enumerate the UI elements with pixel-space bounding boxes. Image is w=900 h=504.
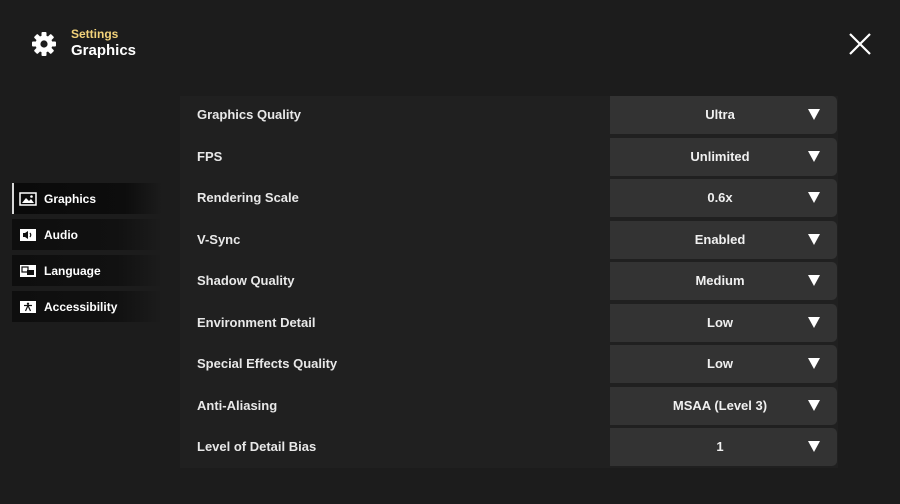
dropdown-value: Enabled <box>694 231 746 247</box>
caret-down-icon <box>808 358 820 369</box>
caret-down-icon <box>808 233 820 245</box>
page-title: Graphics <box>71 42 137 59</box>
v-sync-dropdown[interactable]: Enabled <box>610 220 837 259</box>
settings-panel: Graphics Quality Ultra FPS Unlimited Ren… <box>180 96 838 468</box>
sidebar-item-accessibility[interactable]: Accessibility <box>12 291 162 322</box>
setting-row-fps: FPS Unlimited <box>180 137 838 176</box>
caret-down-icon <box>808 150 820 162</box>
shadow-quality-dropdown[interactable]: Medium <box>610 262 837 300</box>
level-of-detail-bias-dropdown[interactable]: 1 <box>610 428 837 466</box>
graphics-quality-dropdown[interactable]: Ultra <box>610 96 837 134</box>
dropdown-value: 1 <box>716 439 724 454</box>
speaker-icon <box>19 228 37 242</box>
sidebar-item-label: Accessibility <box>44 299 118 314</box>
sidebar-item-audio[interactable]: Audio <box>12 219 162 250</box>
setting-row-rendering-scale: Rendering Scale 0.6x <box>180 179 838 217</box>
sidebar: Graphics Audio Language Accessibility <box>12 183 162 327</box>
setting-label: Level of Detail Bias <box>197 439 317 454</box>
caret-down-icon <box>808 316 820 328</box>
fps-dropdown[interactable]: Unlimited <box>610 137 837 176</box>
sidebar-item-label: Audio <box>44 227 78 242</box>
setting-row-anti-aliasing: Anti-Aliasing MSAA (Level 3) <box>180 386 838 425</box>
sidebar-item-graphics[interactable]: Graphics <box>12 183 162 214</box>
setting-label: Anti-Aliasing <box>197 397 278 413</box>
breadcrumb: Settings <box>71 27 119 41</box>
dropdown-value: Low <box>707 314 733 330</box>
caret-down-icon <box>808 441 820 452</box>
dropdown-value: Low <box>707 356 733 371</box>
rendering-scale-dropdown[interactable]: 0.6x <box>610 179 837 217</box>
close-icon[interactable] <box>846 30 874 58</box>
setting-row-level-of-detail-bias: Level of Detail Bias 1 <box>180 428 838 466</box>
environment-detail-dropdown[interactable]: Low <box>610 303 837 342</box>
translate-icon <box>19 264 37 278</box>
special-effects-quality-dropdown[interactable]: Low <box>610 345 837 383</box>
dropdown-value: Medium <box>695 273 745 288</box>
caret-down-icon <box>808 399 820 411</box>
settings-page: Settings Graphics Graphics Audio Languag… <box>0 0 900 504</box>
sidebar-item-language[interactable]: Language <box>12 255 162 286</box>
caret-down-icon <box>808 275 820 286</box>
dropdown-value: Ultra <box>705 107 735 122</box>
header: Settings Graphics <box>30 28 136 60</box>
dropdown-value: MSAA (Level 3) <box>672 397 768 413</box>
image-icon <box>19 191 37 206</box>
setting-label: FPS <box>197 148 223 164</box>
sidebar-item-label: Graphics <box>44 191 97 206</box>
sidebar-item-label: Language <box>44 263 101 278</box>
setting-label: Special Effects Quality <box>197 356 338 371</box>
setting-row-special-effects-quality: Special Effects Quality Low <box>180 345 838 383</box>
header-titles: Settings Graphics <box>71 28 136 60</box>
caret-down-icon <box>808 109 820 120</box>
gear-icon <box>32 32 56 56</box>
setting-label: Graphics Quality <box>197 107 302 122</box>
setting-row-environment-detail: Environment Detail Low <box>180 303 838 342</box>
setting-row-v-sync: V-Sync Enabled <box>180 220 838 259</box>
caret-down-icon <box>808 192 820 203</box>
setting-label: Environment Detail <box>197 314 316 330</box>
setting-label: Rendering Scale <box>197 190 299 205</box>
dropdown-value: 0.6x <box>707 190 733 205</box>
setting-row-shadow-quality: Shadow Quality Medium <box>180 262 838 300</box>
setting-row-graphics-quality: Graphics Quality Ultra <box>180 96 838 134</box>
accessibility-icon <box>19 300 37 314</box>
setting-label: Shadow Quality <box>197 273 295 288</box>
dropdown-value: Unlimited <box>690 148 750 164</box>
anti-aliasing-dropdown[interactable]: MSAA (Level 3) <box>610 386 837 425</box>
setting-label: V-Sync <box>197 231 241 247</box>
